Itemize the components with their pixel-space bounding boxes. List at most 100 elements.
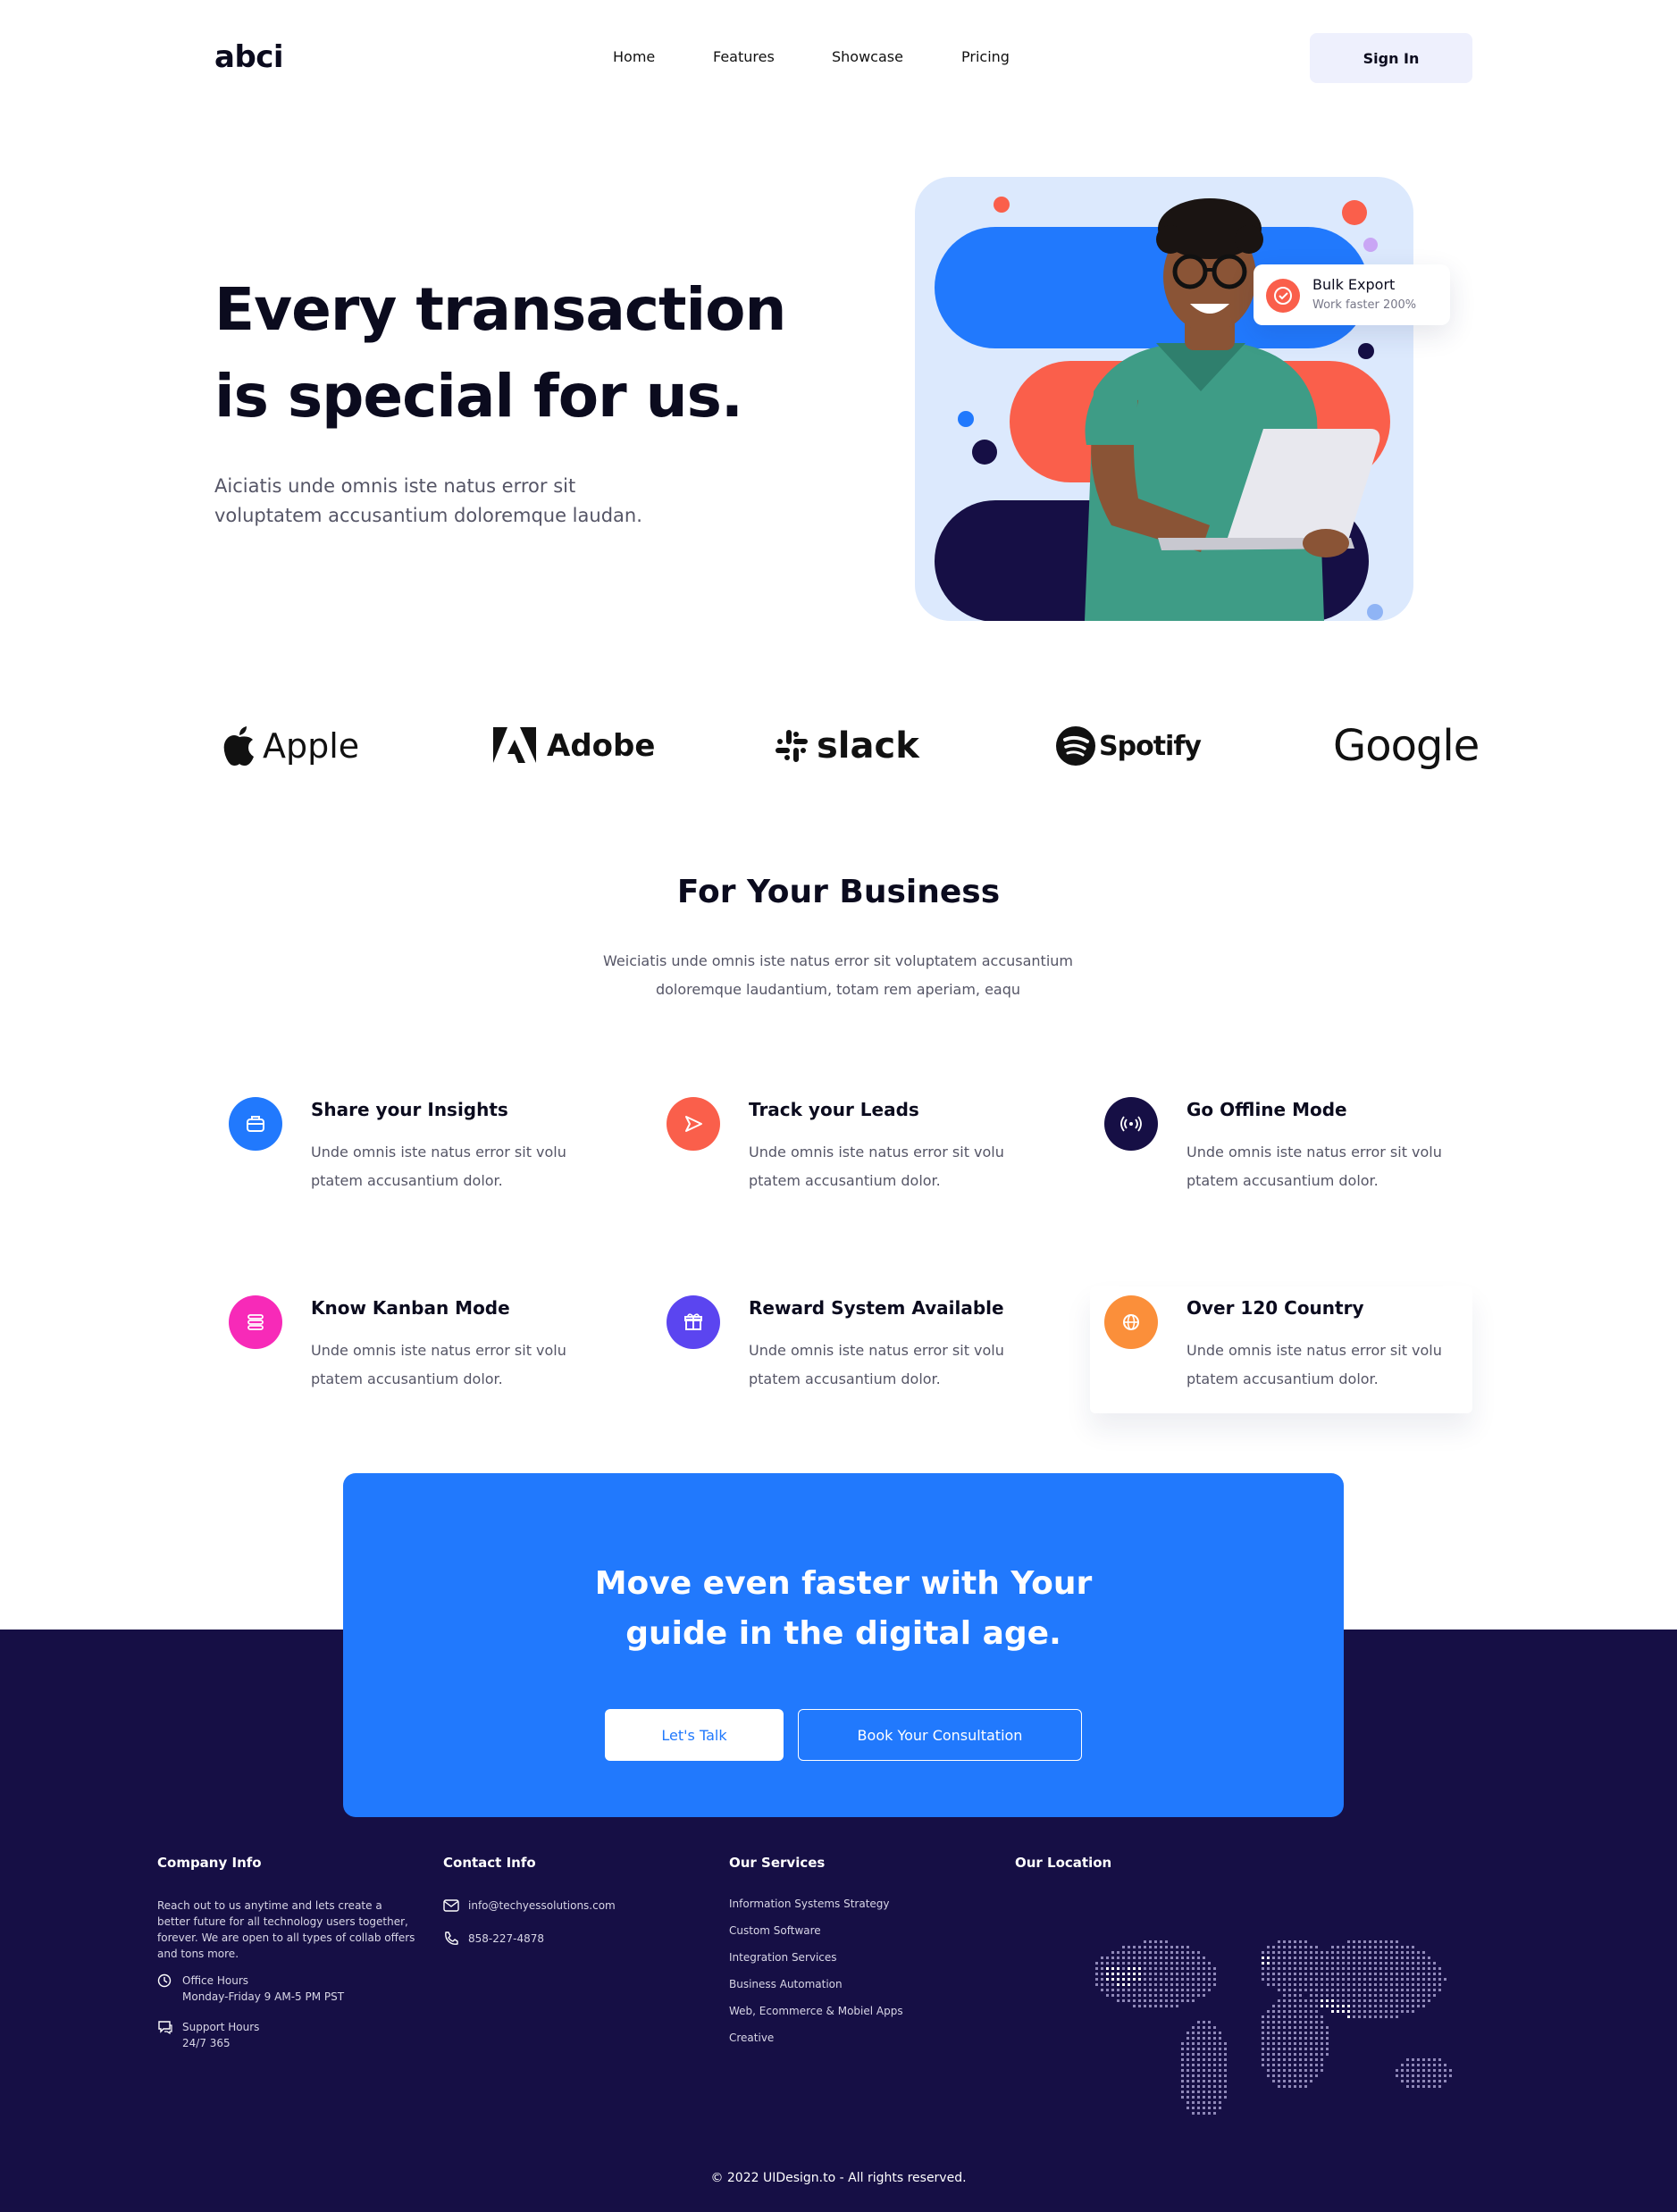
map-dot — [1401, 1983, 1404, 1986]
map-dot — [1203, 2042, 1205, 2045]
map-dot — [1288, 2032, 1291, 2034]
map-dot — [1304, 1946, 1307, 1948]
map-dot — [1337, 1967, 1339, 1970]
map-dot — [1149, 1956, 1152, 1959]
map-dot — [1144, 1999, 1146, 2002]
map-dot — [1272, 1983, 1275, 1986]
map-dot — [1406, 2085, 1409, 2088]
map-dot — [1433, 1983, 1436, 1986]
map-dot — [1374, 2015, 1377, 2018]
book-consultation-button[interactable]: Book Your Consultation — [798, 1709, 1082, 1761]
map-dot — [1181, 1956, 1184, 1959]
map-dot — [1433, 1973, 1436, 1975]
map-dot — [1144, 1973, 1146, 1975]
contact-email-text[interactable]: info@techyessolutions.com — [468, 1898, 616, 1914]
map-dot — [1369, 1951, 1371, 1954]
map-dot — [1219, 2058, 1221, 2061]
map-dot — [1208, 1983, 1211, 1986]
hero-title-line-1: Every transaction — [214, 275, 787, 344]
map-dot — [1428, 2085, 1430, 2088]
contact-phone-text[interactable]: 858-227-4878 — [468, 1931, 544, 1947]
map-dot — [1272, 1962, 1275, 1965]
map-dot — [1315, 1978, 1318, 1981]
map-dot — [1267, 2042, 1270, 2045]
map-dot — [1321, 2058, 1323, 2061]
map-dot — [1144, 1956, 1146, 1959]
sign-in-button[interactable]: Sign In — [1310, 33, 1472, 83]
map-dot — [1449, 2069, 1452, 2072]
contact-email[interactable]: info@techyessolutions.com — [443, 1898, 693, 1930]
map-dot — [1428, 2058, 1430, 2061]
map-dot — [1208, 2042, 1211, 2045]
feature-title: Over 120 Country — [1186, 1297, 1364, 1319]
map-dot — [1219, 2037, 1221, 2040]
map-dot — [1267, 2048, 1270, 2050]
map-dot — [1304, 2085, 1307, 2088]
service-link[interactable]: Business Automation — [729, 1978, 979, 1990]
map-dot — [1117, 1978, 1119, 1981]
nav-link-showcase[interactable]: Showcase — [832, 48, 961, 65]
map-dot — [1197, 2032, 1200, 2034]
map-dot — [1310, 2069, 1312, 2072]
map-dot — [1101, 1983, 1103, 1986]
service-link[interactable]: Custom Software — [729, 1924, 979, 1937]
footer-column-title: Our Services — [729, 1855, 826, 1871]
nav-link-features[interactable]: Features — [713, 48, 832, 65]
map-dot — [1401, 2074, 1404, 2077]
map-dot — [1396, 1946, 1398, 1948]
map-dot — [1321, 2032, 1323, 2034]
map-dot — [1390, 1956, 1393, 1959]
map-dot — [1219, 2096, 1221, 2099]
service-link[interactable]: Integration Services — [729, 1951, 979, 1964]
bulk-export-title: Bulk Export — [1312, 276, 1396, 293]
map-dot — [1208, 2032, 1211, 2034]
service-link[interactable]: Web, Ecommerce & Mobiel Apps — [729, 2005, 979, 2017]
map-dot — [1304, 1983, 1307, 1986]
map-dot — [1122, 1994, 1125, 1997]
map-dot — [1095, 1983, 1098, 1986]
service-link[interactable]: Information Systems Strategy — [729, 1898, 979, 1910]
map-dot — [1299, 1973, 1302, 1975]
map-dot — [1138, 1983, 1141, 1986]
map-dot — [1192, 2032, 1195, 2034]
map-dot — [1267, 2053, 1270, 2056]
map-dot — [1208, 2080, 1211, 2082]
map-dot — [1186, 1951, 1189, 1954]
map-dot — [1422, 1978, 1425, 1981]
map-dot — [1379, 2015, 1382, 2018]
map-dot — [1321, 2037, 1323, 2040]
service-link[interactable]: Creative — [729, 2032, 979, 2044]
map-dot — [1347, 1967, 1350, 1970]
map-dot — [1224, 2085, 1227, 2088]
lets-talk-button[interactable]: Let's Talk — [605, 1709, 784, 1761]
map-dot — [1224, 2058, 1227, 2061]
nav-link-home[interactable]: Home — [613, 48, 713, 65]
map-dot — [1197, 2101, 1200, 2104]
nav-link-pricing[interactable]: Pricing — [961, 48, 1010, 65]
map-dot — [1197, 2107, 1200, 2109]
map-dot — [1294, 1999, 1296, 2002]
map-dot — [1192, 1983, 1195, 1986]
map-dot — [1186, 1967, 1189, 1970]
map-dot — [1283, 2037, 1286, 2040]
map-dot — [1208, 1962, 1211, 1965]
map-dot — [1288, 1946, 1291, 1948]
map-dot — [1186, 2064, 1189, 2066]
map-dot — [1186, 1956, 1189, 1959]
map-dot — [1342, 2010, 1345, 2013]
contact-phone[interactable]: 858-227-4878 — [443, 1930, 693, 1962]
map-dot — [1267, 1978, 1270, 1981]
map-dot — [1299, 1983, 1302, 1986]
map-dot — [1170, 1999, 1173, 2002]
map-dot — [1299, 2037, 1302, 2040]
map-dot — [1347, 1951, 1350, 1954]
map-dot — [1111, 1951, 1114, 1954]
map-dot — [1310, 1994, 1312, 1997]
brand-apple: Apple — [222, 715, 359, 777]
map-dot — [1304, 1973, 1307, 1975]
map-dot — [1438, 1978, 1441, 1981]
site-logo[interactable]: abci — [214, 39, 284, 75]
map-dot — [1337, 1994, 1339, 1997]
map-dot — [1369, 1978, 1371, 1981]
map-dot — [1192, 2042, 1195, 2045]
